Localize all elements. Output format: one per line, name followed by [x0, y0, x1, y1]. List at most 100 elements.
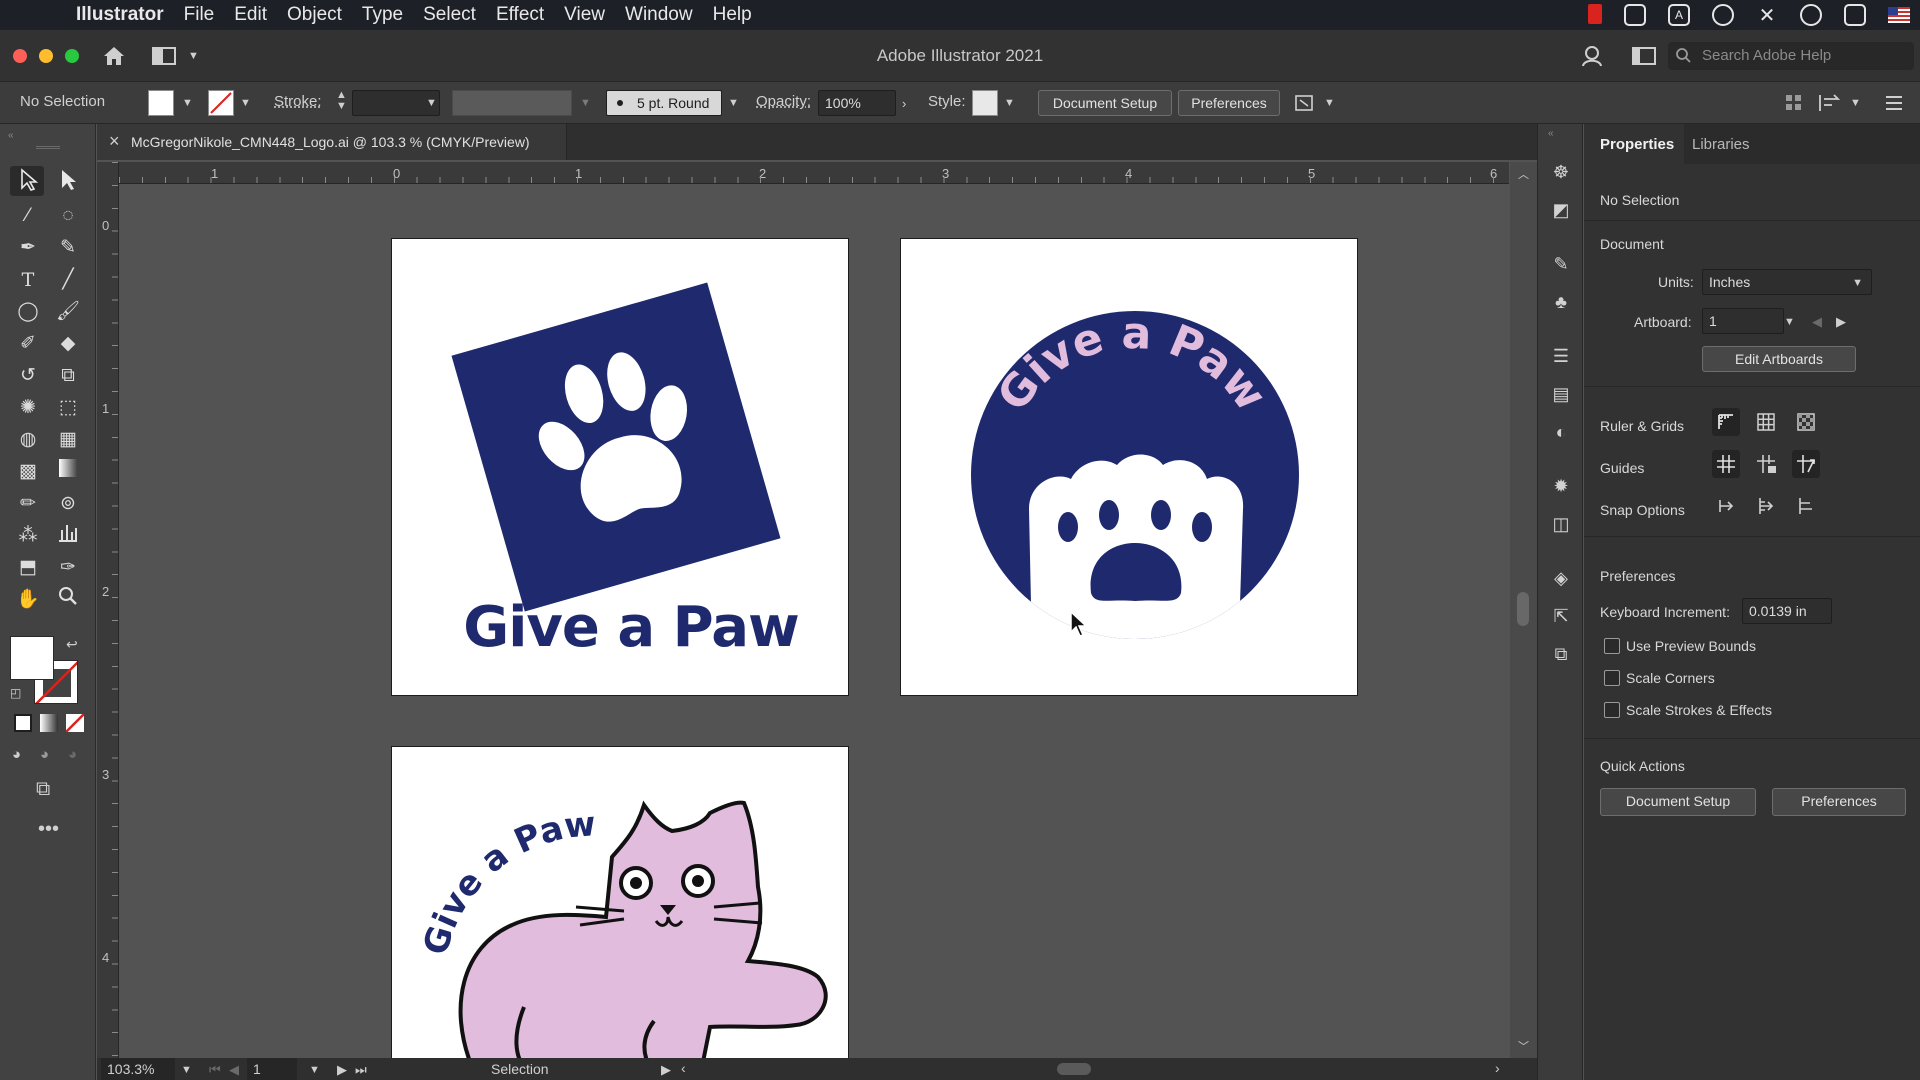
scale-tool-icon[interactable]: ⧉: [54, 362, 82, 390]
snap-to-pixel-icon[interactable]: [1792, 492, 1820, 520]
tab-properties[interactable]: Properties: [1600, 136, 1674, 153]
eyedropper-tool-icon[interactable]: ✏: [14, 490, 42, 518]
horizontal-ruler[interactable]: 1 0 1 2 3 4 5 6: [119, 162, 1509, 184]
use-preview-bounds-checkbox[interactable]: [1604, 638, 1620, 654]
zoom-tool-icon[interactable]: [54, 586, 82, 614]
shaper-tool-icon[interactable]: ✐: [14, 330, 42, 358]
document-setup-button[interactable]: Document Setup: [1038, 90, 1172, 116]
scale-strokes-effects-checkbox[interactable]: [1604, 702, 1620, 718]
artboards-panel-icon[interactable]: ⧉: [1549, 642, 1573, 666]
menu-select[interactable]: Select: [423, 4, 476, 26]
stroke-stepper[interactable]: ▲ ▼: [336, 90, 347, 112]
panel-menu-icon[interactable]: [1884, 93, 1904, 113]
keyboard-increment-field[interactable]: 0.0139 in: [1742, 598, 1832, 624]
canvas[interactable]: Give a Paw Give a Paw Give a Paw: [120, 184, 1510, 1058]
us-flag-icon[interactable]: [1888, 7, 1910, 23]
artboard-1[interactable]: Give a Paw: [391, 238, 849, 696]
artboard-number-chevron-icon[interactable]: ▼: [309, 1064, 320, 1076]
keyboard-icon[interactable]: ✕: [1756, 4, 1778, 27]
graphic-style-swatch[interactable]: [972, 90, 998, 116]
units-select[interactable]: Inches ▼: [1702, 269, 1872, 295]
screen-icon[interactable]: [1624, 4, 1646, 26]
lasso-tool-icon[interactable]: ◌: [54, 202, 82, 230]
vertical-ruler[interactable]: 0 1 2 3 4: [97, 162, 119, 1058]
color-guide-icon[interactable]: ☸: [1549, 160, 1573, 184]
fill-swatch[interactable]: [148, 90, 174, 116]
opacity-field[interactable]: 100%: [818, 90, 896, 116]
curvature-tool-icon[interactable]: ✎: [54, 234, 82, 262]
gradient-panel-icon[interactable]: ▤: [1549, 382, 1573, 406]
transparency-icon[interactable]: ◐: [1549, 420, 1573, 444]
app-menu[interactable]: Illustrator: [76, 4, 164, 26]
arrange-chevron-icon[interactable]: ▼: [1324, 97, 1335, 109]
user-icon[interactable]: [1580, 44, 1604, 68]
show-rulers-icon[interactable]: [1712, 408, 1740, 436]
rotate-tool-icon[interactable]: ↺: [14, 362, 42, 390]
next-artboard-icon[interactable]: ▶: [1836, 314, 1846, 330]
share-icon[interactable]: [1844, 4, 1866, 26]
menu-effect[interactable]: Effect: [496, 4, 544, 26]
current-tool-status[interactable]: Selection: [491, 1061, 549, 1077]
next-artboard-nav-icon[interactable]: ▶: [337, 1062, 347, 1078]
symbols-icon[interactable]: ♣: [1549, 290, 1573, 314]
align-icon[interactable]: [1784, 93, 1804, 113]
artboard-number-field[interactable]: 1: [247, 1058, 297, 1080]
status-menu-icon[interactable]: ▶: [661, 1062, 671, 1078]
artboard-select[interactable]: 1: [1702, 308, 1784, 334]
stroke-chevron-icon[interactable]: ▼: [240, 97, 251, 109]
free-transform-tool-icon[interactable]: ⬚: [54, 394, 82, 422]
lock-guides-icon[interactable]: [1752, 450, 1780, 478]
transform-icon[interactable]: [1818, 93, 1842, 113]
tab-libraries[interactable]: Libraries: [1692, 136, 1750, 153]
quick-preferences-button[interactable]: Preferences: [1772, 788, 1906, 816]
hand-tool-icon[interactable]: ✋: [14, 586, 42, 614]
eraser-tool-icon[interactable]: ◆: [54, 330, 82, 358]
ellipse-tool-icon[interactable]: ◯: [14, 298, 42, 326]
first-artboard-icon[interactable]: ⏮: [209, 1062, 221, 1078]
none-mode-icon[interactable]: [65, 713, 85, 733]
menu-view[interactable]: View: [564, 4, 605, 26]
globe-icon[interactable]: [1800, 4, 1822, 26]
shape-builder-tool-icon[interactable]: ◍: [14, 426, 42, 454]
creative-cloud-icon[interactable]: A: [1668, 4, 1690, 26]
slice-tool-icon[interactable]: ✑: [54, 554, 82, 582]
artboard-chevron-icon[interactable]: ▼: [1784, 316, 1795, 328]
previous-artboard-nav-icon[interactable]: ◀: [229, 1062, 239, 1078]
edit-artboards-button[interactable]: Edit Artboards: [1702, 346, 1856, 372]
sync-icon[interactable]: [1712, 4, 1734, 26]
scroll-up-icon[interactable]: ︿: [1518, 166, 1529, 182]
vertical-scrollbar[interactable]: ︿ ﹀: [1510, 162, 1537, 1058]
menu-object[interactable]: Object: [287, 4, 342, 26]
recording-icon[interactable]: [1588, 4, 1602, 24]
collapse-strip-icon[interactable]: «: [1548, 128, 1554, 139]
pen-tool-icon[interactable]: ✒: [14, 234, 42, 262]
stroke-weight-chevron-icon[interactable]: ▼: [426, 97, 437, 109]
scroll-down-icon[interactable]: ﹀: [1518, 1038, 1529, 1054]
draw-inside-icon[interactable]: ◕: [68, 746, 77, 763]
gradient-mode-icon[interactable]: [40, 714, 58, 732]
help-search-input[interactable]: Search Adobe Help: [1668, 42, 1914, 70]
smart-guides-icon[interactable]: [1792, 450, 1820, 478]
perspective-grid-tool-icon[interactable]: ▦: [54, 426, 82, 454]
brush-chevron-icon[interactable]: ▼: [728, 97, 739, 109]
vertical-scroll-thumb[interactable]: [1517, 592, 1529, 626]
horizontal-scroll-thumb[interactable]: [1057, 1063, 1091, 1075]
show-guides-icon[interactable]: [1712, 450, 1740, 478]
warp-tool-icon[interactable]: ✺: [14, 394, 42, 422]
quick-document-setup-button[interactable]: Document Setup: [1600, 788, 1756, 816]
line-segment-tool-icon[interactable]: ╱: [54, 266, 82, 294]
scroll-left-icon[interactable]: ‹: [681, 1060, 686, 1076]
document-tab[interactable]: McGregorNikole_CMN448_Logo.ai @ 103.3 % …: [97, 124, 567, 160]
stroke-panel-icon[interactable]: ☰: [1549, 344, 1573, 368]
type-tool-icon[interactable]: T: [14, 266, 42, 294]
collapse-tools-icon[interactable]: «: [8, 130, 14, 141]
symbol-sprayer-tool-icon[interactable]: ⁂: [14, 522, 42, 550]
default-fill-stroke-icon[interactable]: ◰: [10, 686, 21, 700]
swap-fill-stroke-icon[interactable]: ↩: [66, 636, 78, 653]
menu-help[interactable]: Help: [713, 4, 752, 26]
image-trace-icon[interactable]: ◩: [1549, 198, 1573, 222]
stroke-swatch[interactable]: [208, 90, 234, 116]
arrange-panels-icon[interactable]: [1632, 47, 1656, 65]
transparency-grid-icon[interactable]: [1792, 408, 1820, 436]
menu-edit[interactable]: Edit: [234, 4, 267, 26]
